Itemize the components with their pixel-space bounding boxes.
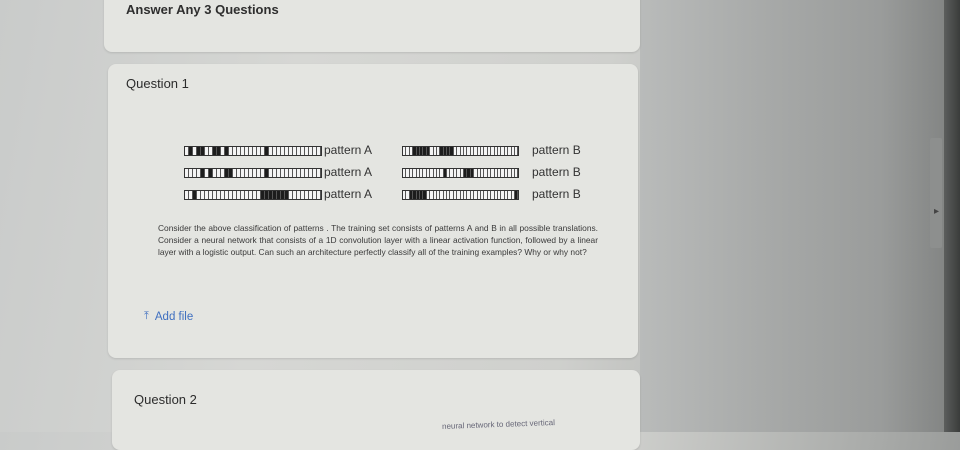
monitor-bezel (944, 0, 960, 432)
pattern-strip (402, 190, 520, 200)
pattern-strip (402, 168, 520, 178)
mouse-cursor-icon: ▸ (934, 206, 940, 217)
pattern-row: pattern B (402, 143, 612, 157)
pattern-strip (402, 146, 520, 156)
pattern-label: pattern B (532, 187, 581, 201)
pattern-strip (184, 190, 322, 200)
pattern-cell (317, 169, 321, 177)
question-1-title: Question 1 (126, 76, 189, 91)
pattern-row: pattern A (184, 165, 384, 179)
upload-icon: ⤒ (144, 310, 149, 322)
pattern-row: pattern B (402, 187, 612, 201)
pattern-label: pattern A (324, 143, 373, 157)
pattern-label: pattern B (532, 143, 581, 157)
add-file-label: Add file (154, 310, 194, 323)
form-header-card: Answer Any 3 Questions (104, 0, 640, 52)
pattern-figure: pattern A pattern A pattern A pattern B … (184, 143, 604, 206)
question-2-title: Question 2 (134, 392, 197, 407)
add-file-button[interactable]: ⤒ Add file (144, 310, 193, 323)
pattern-cell (514, 169, 519, 177)
pattern-row: pattern A (184, 187, 384, 201)
pattern-strip (184, 168, 322, 178)
pattern-strip (184, 146, 322, 156)
pattern-cell (317, 191, 321, 199)
pattern-row: pattern A (184, 143, 384, 157)
pattern-label: pattern A (324, 187, 373, 201)
pattern-row: pattern B (402, 165, 612, 179)
question-2-card: Question 2 neural network to detect vert… (112, 370, 640, 450)
form-section-title: Answer Any 3 Questions (126, 2, 279, 17)
screen-right-area (640, 0, 960, 432)
pattern-label: pattern A (324, 165, 373, 179)
pattern-cell (317, 147, 321, 155)
question-1-text: Consider the above classification of pat… (158, 223, 598, 257)
pattern-cell (514, 147, 519, 155)
pattern-label: pattern B (532, 165, 581, 179)
question-1-card: Question 1 pattern A pattern A pattern A… (108, 64, 638, 358)
question-2-text-snippet: neural network to detect vertical (441, 418, 556, 431)
pattern-cell (514, 191, 519, 199)
scrollbar-thumb[interactable] (930, 138, 942, 248)
